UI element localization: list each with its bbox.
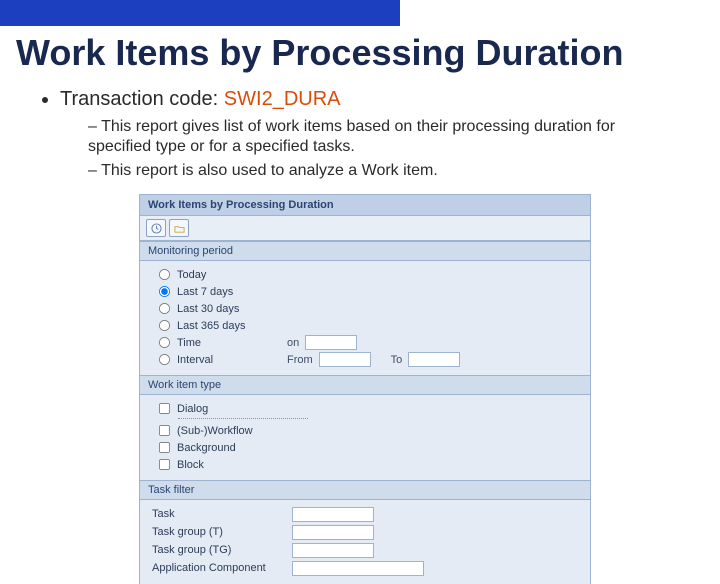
input-tg-tg[interactable] (292, 543, 374, 558)
divider-dotted (178, 418, 308, 419)
radio-last365[interactable] (159, 320, 170, 331)
radio-last7[interactable] (159, 286, 170, 297)
slide-accent-bar (0, 0, 400, 26)
sap-panel: Work Items by Processing Duration Monito… (140, 195, 590, 584)
input-tg-t[interactable] (292, 525, 374, 540)
label-to: To (391, 354, 403, 366)
input-time-on[interactable] (305, 335, 357, 350)
sub-bullets: This report gives list of work items bas… (88, 117, 680, 181)
label-from: From (287, 354, 313, 366)
witype-body: Dialog (Sub-)Workflow Background Block (140, 395, 590, 480)
label-last7: Last 7 days (177, 286, 233, 298)
monitoring-header: Monitoring period (140, 241, 590, 261)
check-background[interactable] (159, 442, 170, 453)
radio-time[interactable] (159, 337, 170, 348)
page-title: Work Items by Processing Duration (16, 32, 720, 74)
radio-interval[interactable] (159, 354, 170, 365)
filter-header: Task filter (140, 480, 590, 500)
input-from[interactable] (319, 352, 371, 367)
label-background: Background (177, 442, 236, 454)
tcode-label: Transaction code: (60, 88, 218, 110)
label-dialog: Dialog (177, 403, 208, 415)
label-today: Today (177, 269, 206, 281)
label-task: Task (150, 508, 292, 520)
input-task[interactable] (292, 507, 374, 522)
label-last365: Last 365 days (177, 320, 246, 332)
label-appcomp: Application Component (150, 562, 292, 574)
sub-bullet-1: This report gives list of work items bas… (88, 117, 680, 157)
label-interval: Interval (177, 354, 267, 366)
input-to[interactable] (408, 352, 460, 367)
label-last30: Last 30 days (177, 303, 239, 315)
sub-bullet-2: This report is also used to analyze a Wo… (88, 161, 680, 181)
clock-icon (151, 223, 162, 234)
execute-button[interactable] (146, 219, 166, 237)
radio-today[interactable] (159, 269, 170, 280)
label-time: Time (177, 337, 267, 349)
variant-button[interactable] (169, 219, 189, 237)
bullet-list: Transaction code: SWI2_DURA This report … (60, 88, 680, 181)
tcode-value: SWI2_DURA (224, 88, 341, 110)
check-subwf[interactable] (159, 425, 170, 436)
sap-panel-title: Work Items by Processing Duration (140, 195, 590, 216)
check-block[interactable] (159, 459, 170, 470)
label-tg-t: Task group (T) (150, 526, 292, 538)
sap-toolbar (140, 216, 590, 241)
label-tg-tg: Task group (TG) (150, 544, 292, 556)
check-dialog[interactable] (159, 403, 170, 414)
witype-header: Work item type (140, 375, 590, 395)
folder-icon (174, 223, 185, 234)
bullet-tcode: Transaction code: SWI2_DURA This report … (60, 88, 680, 181)
label-on: on (287, 337, 299, 349)
monitoring-body: Today Last 7 days Last 30 days Last 365 … (140, 261, 590, 375)
label-block: Block (177, 459, 204, 471)
label-subwf: (Sub-)Workflow (177, 425, 253, 437)
radio-last30[interactable] (159, 303, 170, 314)
filter-body: Task Task group (T) Task group (TG) Appl… (140, 500, 590, 584)
input-appcomp[interactable] (292, 561, 424, 576)
